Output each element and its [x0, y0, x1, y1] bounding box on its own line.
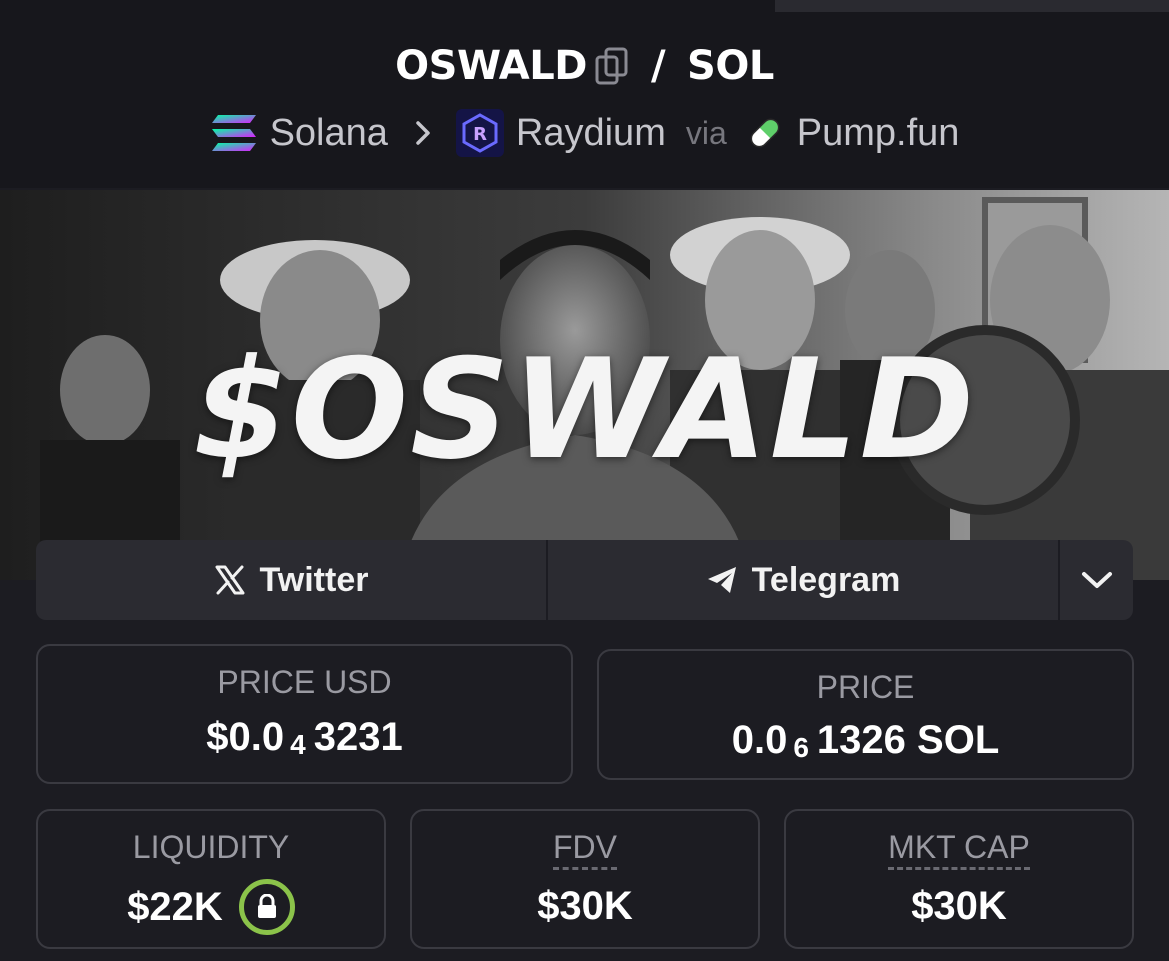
- pair-separator: /: [650, 43, 666, 89]
- price-native-zero-count: 6: [793, 732, 809, 763]
- quote-token-symbol: SOL: [687, 43, 774, 89]
- base-token-symbol: OSWALD: [395, 43, 587, 89]
- chevron-down-icon: [1081, 570, 1113, 590]
- telegram-icon: [706, 565, 738, 595]
- liquidity-card: LIQUIDITY $22K: [36, 809, 386, 949]
- twitter-label: Twitter: [259, 560, 369, 599]
- mkt-cap-label-wrap: MKT CAP: [786, 829, 1132, 870]
- lock-icon[interactable]: [238, 879, 295, 935]
- fdv-label-wrap: FDV: [412, 829, 758, 870]
- solana-logo-icon: [210, 113, 258, 153]
- liquidity-label: LIQUIDITY: [132, 829, 290, 865]
- social-links-bar: Twitter Telegram: [36, 540, 1133, 620]
- launchpad-link[interactable]: Pump.fun: [797, 112, 960, 155]
- price-native-digits: 1326 SOL: [816, 717, 1000, 762]
- liquidity-value: $22K: [127, 884, 223, 929]
- telegram-button[interactable]: Telegram: [548, 540, 1060, 620]
- twitter-button[interactable]: Twitter: [36, 540, 548, 620]
- x-logo-icon: [214, 564, 246, 596]
- copy-icon[interactable]: [595, 47, 629, 85]
- price-usd-prefix: $0.0: [206, 714, 285, 759]
- price-native-prefix: 0.0: [731, 717, 788, 762]
- chain-link[interactable]: Solana: [270, 112, 388, 155]
- mkt-cap-card: MKT CAP $30K: [784, 809, 1134, 949]
- fdv-label[interactable]: FDV: [553, 829, 617, 870]
- price-native-card: PRICE 0.0 6 1326 SOL: [597, 649, 1134, 780]
- raydium-logo-icon: R: [455, 109, 504, 157]
- price-usd-card: PRICE USD $0.0 4 3231: [36, 644, 573, 784]
- price-usd-value: $0.0 4 3231: [38, 712, 571, 762]
- top-strip: [775, 0, 1169, 12]
- price-usd-digits: 3231: [313, 714, 403, 759]
- more-links-dropdown[interactable]: [1060, 540, 1133, 620]
- mkt-cap-label[interactable]: MKT CAP: [888, 829, 1030, 870]
- price-native-value: 0.0 6 1326 SOL: [599, 715, 1132, 765]
- telegram-label: Telegram: [751, 560, 901, 599]
- fdv-card: FDV $30K: [410, 809, 760, 949]
- chevron-right-icon: [414, 120, 432, 146]
- mkt-cap-value: $30K: [911, 883, 1007, 928]
- dex-link[interactable]: Raydium: [516, 112, 666, 155]
- price-usd-zero-count: 4: [290, 729, 306, 760]
- pill-icon: [745, 113, 785, 153]
- liquidity-value-row: $22K: [38, 877, 384, 937]
- pair-header: OSWALD / SOL Solana R Raydium via Pump.f…: [0, 0, 1169, 188]
- fdv-value: $30K: [537, 883, 633, 928]
- breadcrumb: Solana R Raydium via Pump.fun: [0, 106, 1169, 160]
- banner-token-name: $OSWALD: [192, 329, 977, 490]
- svg-text:R: R: [473, 124, 487, 145]
- price-usd-label: PRICE USD: [217, 664, 392, 700]
- pair-title: OSWALD / SOL: [0, 38, 1169, 94]
- price-native-label: PRICE: [816, 669, 915, 705]
- via-label: via: [685, 114, 727, 151]
